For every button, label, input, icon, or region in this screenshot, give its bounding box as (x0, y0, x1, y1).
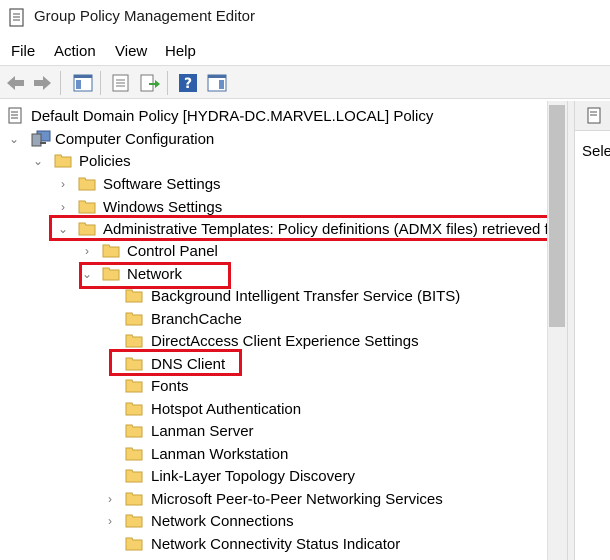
folder-icon (102, 267, 120, 281)
folder-icon (102, 244, 120, 258)
tree-node-policies[interactable]: ⌄ Policies (0, 150, 547, 172)
folder-icon (125, 357, 143, 371)
tree-node-link-layer-topology[interactable]: Link-Layer Topology Discovery (0, 465, 547, 487)
details-header (575, 101, 610, 131)
tree-label: Background Intelligent Transfer Service … (151, 288, 461, 305)
tree-label: Fonts (151, 378, 189, 395)
tree-label: Policies (79, 153, 131, 170)
tree-label: Control Panel (127, 243, 218, 260)
tree-label: Windows Settings (103, 199, 223, 216)
folder-icon (125, 514, 143, 528)
tree-label: Default Domain Policy [HYDRA-DC.MARVEL.L… (31, 108, 434, 125)
tree-node-windows-settings[interactable]: › Windows Settings (0, 196, 547, 218)
tree-node-hotspot-authentication[interactable]: Hotspot Authentication (0, 398, 547, 420)
pane-splitter[interactable] (567, 101, 575, 560)
show-hide-tree-icon[interactable] (72, 72, 94, 94)
chevron-down-icon[interactable]: ⌄ (81, 263, 93, 285)
tree-node-administrative-templates[interactable]: ⌄ Administrative Templates: Policy defin… (0, 218, 547, 240)
chevron-right-icon[interactable]: › (81, 240, 93, 262)
tree-node-lanman-workstation[interactable]: Lanman Workstation (0, 443, 547, 465)
properties-icon[interactable] (110, 72, 132, 94)
chevron-right-icon[interactable]: › (104, 510, 116, 532)
tree-label: Network Connections (151, 513, 294, 530)
folder-icon (125, 424, 143, 438)
folder-icon (125, 379, 143, 393)
svg-text:?: ? (184, 76, 192, 92)
chevron-right-icon[interactable]: › (57, 196, 69, 218)
tree-node-software-settings[interactable]: › Software Settings (0, 173, 547, 195)
folder-icon (125, 492, 143, 506)
folder-icon (78, 222, 96, 236)
tree-label: DNS Client (151, 356, 226, 373)
folder-icon (125, 289, 143, 303)
tree-label: Lanman Server (151, 423, 254, 440)
tree-scrollbar-thumb[interactable] (549, 105, 565, 327)
tree-label: Software Settings (103, 176, 221, 193)
menu-help[interactable]: Help (165, 43, 196, 60)
tree-label: Network (127, 266, 183, 283)
export-list-icon[interactable] (139, 72, 161, 94)
toolbar: ? (0, 65, 610, 99)
tree-label: BranchCache (151, 311, 242, 328)
back-arrow-icon[interactable] (5, 72, 27, 94)
toolbar-separator (60, 71, 61, 95)
policy-document-icon (8, 107, 22, 124)
tree-label: Network Connectivity Status Indicator (151, 536, 401, 553)
menu-action[interactable]: Action (54, 43, 96, 60)
tree-label: Microsoft Peer-to-Peer Networking Servic… (151, 491, 443, 508)
tree-node-p2p-networking[interactable]: › Microsoft Peer-to-Peer Networking Serv… (0, 488, 547, 510)
console-tree[interactable]: Default Domain Policy [HYDRA-DC.MARVEL.L… (0, 101, 567, 560)
folder-icon (78, 200, 96, 214)
tree-node-computer-configuration[interactable]: ⌄ Computer Configuration (0, 128, 547, 150)
tree-node-lanman-server[interactable]: Lanman Server (0, 420, 547, 442)
chevron-down-icon[interactable]: ⌄ (8, 128, 20, 150)
folder-icon (54, 154, 72, 168)
tree-label: Hotspot Authentication (151, 401, 302, 418)
tree-node-directaccess[interactable]: DirectAccess Client Experience Settings (0, 330, 547, 352)
tree-node-fonts[interactable]: Fonts (0, 375, 547, 397)
folder-icon (125, 537, 143, 551)
folder-icon (125, 469, 143, 483)
forward-arrow-icon[interactable] (31, 72, 53, 94)
chevron-down-icon[interactable]: ⌄ (32, 150, 44, 172)
help-icon[interactable]: ? (177, 72, 199, 94)
folder-icon (125, 447, 143, 461)
title-bar: Group Policy Management Editor (0, 0, 610, 36)
folder-icon (78, 177, 96, 191)
tree-node-ncsi[interactable]: Network Connectivity Status Indicator (0, 533, 547, 555)
tree-label: Lanman Workstation (151, 446, 289, 463)
tree-node-control-panel[interactable]: › Control Panel (0, 240, 547, 262)
details-pane: Select (575, 101, 610, 560)
details-text: Select (582, 143, 610, 160)
computer-icon (31, 130, 51, 147)
toolbar-separator (100, 71, 101, 95)
tree-label: Computer Configuration (55, 131, 215, 148)
chevron-right-icon[interactable]: › (57, 173, 69, 195)
tree-node-root[interactable]: Default Domain Policy [HYDRA-DC.MARVEL.L… (0, 105, 547, 127)
tree-label: Administrative Templates: Policy definit… (103, 221, 547, 238)
tree-node-branchcache[interactable]: BranchCache (0, 308, 547, 330)
tree-node-dns-client[interactable]: DNS Client (0, 353, 547, 375)
folder-icon (125, 312, 143, 326)
tree-node-network-connections[interactable]: › Network Connections (0, 510, 547, 532)
menu-bar: File Action View Help (0, 40, 610, 64)
show-action-pane-icon[interactable] (206, 72, 228, 94)
folder-icon (125, 334, 143, 348)
toolbar-separator (167, 71, 168, 95)
policy-document-icon (9, 8, 24, 27)
tree-node-bits[interactable]: Background Intelligent Transfer Service … (0, 285, 547, 307)
tree-node-network[interactable]: ⌄ Network (0, 263, 547, 285)
tree-label: DirectAccess Client Experience Settings (151, 333, 419, 350)
folder-icon (125, 402, 143, 416)
menu-view[interactable]: View (115, 43, 147, 60)
tree-label: Link-Layer Topology Discovery (151, 468, 355, 485)
chevron-down-icon[interactable]: ⌄ (57, 218, 69, 240)
menu-file[interactable]: File (11, 43, 35, 60)
chevron-right-icon[interactable]: › (104, 488, 116, 510)
window-title: Group Policy Management Editor (34, 8, 255, 25)
policy-document-icon (587, 107, 601, 124)
